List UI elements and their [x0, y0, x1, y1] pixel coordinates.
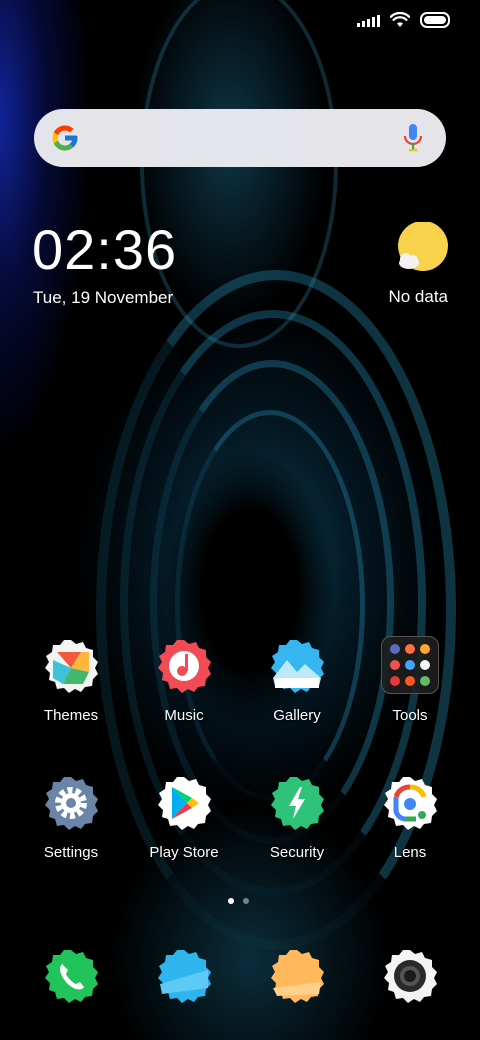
gallery-icon [269, 638, 325, 694]
page-dot [243, 898, 249, 904]
status-bar [0, 0, 480, 44]
app-themes[interactable]: Themes [14, 638, 128, 724]
app-label: Lens [393, 844, 427, 861]
message-icon [156, 948, 212, 1004]
security-icon [269, 775, 325, 831]
browser-icon [269, 948, 325, 1004]
weather-status[interactable]: No data [388, 287, 448, 307]
play-store-icon [156, 775, 212, 831]
dock-phone[interactable] [14, 948, 128, 1004]
page-indicator [228, 898, 249, 904]
lens-icon [382, 775, 438, 831]
phone-icon [43, 948, 99, 1004]
app-music[interactable]: Music [127, 638, 241, 724]
app-lens[interactable]: Lens [353, 775, 467, 861]
google-logo-icon [52, 125, 78, 151]
app-tools-folder[interactable]: Tools [353, 636, 467, 724]
sun-cloud-icon[interactable] [395, 222, 451, 274]
app-label: Tools [392, 707, 428, 724]
camera-icon [382, 948, 438, 1004]
app-security[interactable]: Security [240, 775, 354, 861]
search-bar[interactable] [34, 109, 446, 167]
app-label: Security [269, 844, 325, 861]
app-gallery[interactable]: Gallery [240, 638, 354, 724]
themes-icon [43, 638, 99, 694]
app-label: Settings [43, 844, 99, 861]
microphone-icon[interactable] [402, 122, 424, 154]
clock-time[interactable]: 02:36 [32, 222, 177, 278]
app-label: Themes [43, 707, 99, 724]
app-label: Play Store [149, 844, 219, 861]
dock-camera[interactable] [353, 948, 467, 1004]
app-label: Gallery [273, 707, 321, 724]
page-dot-active [228, 898, 234, 904]
battery-icon [420, 12, 450, 28]
tools-folder-icon [381, 636, 439, 694]
app-play-store[interactable]: Play Store [127, 775, 241, 861]
wallpaper-swirl [175, 410, 365, 800]
dock-messages[interactable] [127, 948, 241, 1004]
music-icon [156, 638, 212, 694]
gear-icon [43, 775, 99, 831]
wifi-icon [390, 12, 410, 27]
app-label: Music [164, 707, 204, 724]
dock-browser[interactable] [240, 948, 354, 1004]
clock-date[interactable]: Tue, 19 November [33, 288, 173, 308]
app-settings[interactable]: Settings [14, 775, 128, 861]
signal-icon [357, 13, 380, 27]
